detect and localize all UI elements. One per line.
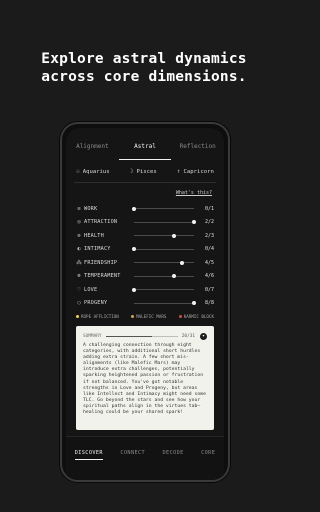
legend-item: ROPE AFFLICTION: [76, 314, 119, 319]
dimension-row[interactable]: ⁂ FRIENDSHIP 4/5: [74, 256, 214, 270]
legend-label: MALEFIC MARS: [136, 314, 167, 319]
nav-discover[interactable]: DISCOVER: [74, 450, 104, 480]
summary-count: 20/31: [181, 333, 195, 339]
bottom-nav: DISCOVER CONNECT DECODE CORE: [66, 436, 224, 480]
dimension-track: [134, 233, 194, 238]
sun-sign: ☉ Aquarius: [76, 168, 110, 175]
love-icon: ♡: [77, 286, 81, 293]
health-icon: ⊕: [77, 232, 81, 239]
rising-sign-label: Capricorn: [183, 168, 214, 175]
dimension-value: 8/8: [204, 300, 214, 307]
dimension-row[interactable]: ♡ LOVE 0/7: [74, 283, 214, 297]
dimension-value: 0/1: [204, 205, 214, 212]
dimension-value: 2/2: [204, 219, 214, 226]
headline: Explore astral dynamics across core dime…: [0, 50, 288, 86]
dimension-row[interactable]: ◐ INTIMACY 0/4: [74, 243, 214, 257]
summary-card: SUMMARY 20/31 ✦ A challenging connection…: [76, 326, 214, 430]
moon-icon: ☽: [129, 168, 134, 175]
attraction-icon: ◎: [77, 219, 81, 226]
top-tabs: Alignment Astral Reflection: [66, 134, 224, 160]
dimension-row[interactable]: ≡ WORK 0/1: [74, 202, 214, 216]
dimension-label: TEMPERAMENT: [84, 273, 121, 280]
intimacy-icon: ◐: [77, 246, 81, 253]
dimension-list: ≡ WORK 0/1 ◎ ATTRACTION 2/2 ⊕ HEALTH 2/3 ◐ INTIMAC…: [74, 202, 214, 310]
moon-sign-label: Pisces: [136, 168, 157, 175]
dimension-track: [134, 301, 196, 306]
dimension-value: 0/7: [204, 286, 214, 293]
nav-connect[interactable]: CONNECT: [120, 450, 145, 480]
legend: ROPE AFFLICTION MALEFIC MARS KARMIC BLOCK: [76, 314, 214, 319]
sun-icon: ☉: [76, 168, 80, 175]
sign-row: ☉ Aquarius ☽ Pisces ↑ Capricorn: [66, 168, 224, 175]
dimension-value: 0/4: [204, 246, 214, 253]
summary-label: SUMMARY: [83, 333, 102, 339]
legend-dot-icon: [76, 315, 79, 318]
dimension-knob: [132, 247, 136, 252]
temperament-icon: ⊛: [77, 273, 81, 280]
tab-astral[interactable]: Astral: [118, 134, 172, 160]
legend-label: KARMIC BLOCK: [183, 314, 214, 319]
friendship-icon: ⁂: [76, 259, 82, 266]
dimension-knob: [172, 274, 177, 279]
legend-dot-icon: [131, 315, 135, 318]
dimension-track: [132, 247, 194, 252]
dimension-value: 4/5: [204, 259, 214, 266]
dimension-label: ATTRACTION: [84, 219, 118, 226]
dimension-value: 2/3: [204, 232, 214, 239]
rising-sign: ↑ Capricorn: [177, 168, 214, 175]
sun-sign-label: Aquarius: [82, 168, 110, 175]
legend-dot-icon: [178, 315, 182, 318]
phone-frame: Alignment Astral Reflection ☉ Aquarius ☽…: [60, 122, 230, 482]
tab-reflection[interactable]: Reflection: [171, 134, 224, 160]
dimension-row[interactable]: ⊕ HEALTH 2/3: [74, 229, 214, 243]
dimension-track: [134, 260, 194, 265]
dimension-label: FRIENDSHIP: [84, 259, 118, 266]
dimension-track: [132, 287, 194, 292]
dimension-label: WORK: [84, 205, 98, 212]
headline-line-2: across core dimensions.: [41, 69, 247, 85]
moon-sign: ☽ Pisces: [130, 168, 157, 175]
divider: [74, 182, 216, 183]
summary-header: SUMMARY 20/31 ✦: [83, 332, 207, 340]
dimension-knob: [172, 233, 177, 238]
dimension-row[interactable]: ⊛ TEMPERAMENT 4/6: [74, 270, 214, 284]
summary-progress-track: [105, 335, 178, 337]
legend-item: KARMIC BLOCK: [178, 314, 214, 319]
dimension-knob: [192, 220, 196, 225]
whats-this-link[interactable]: What's this?: [176, 190, 212, 196]
dimension-track: [134, 220, 196, 225]
dimension-label: HEALTH: [84, 232, 104, 239]
dimension-row[interactable]: ◯ PROGENY 8/8: [74, 297, 214, 311]
dimension-label: INTIMACY: [84, 246, 111, 253]
dimension-knob: [192, 301, 196, 306]
dimension-row[interactable]: ◎ ATTRACTION 2/2: [74, 216, 214, 230]
dimension-value: 4/6: [204, 273, 214, 280]
nav-core[interactable]: CORE: [201, 450, 215, 480]
rising-arrow-icon: ↑: [176, 168, 181, 175]
progeny-icon: ◯: [77, 300, 81, 307]
dimension-track: [134, 274, 194, 279]
nav-decode[interactable]: DECODE: [163, 450, 184, 480]
app-screen: Alignment Astral Reflection ☉ Aquarius ☽…: [66, 128, 224, 480]
tab-alignment[interactable]: Alignment: [66, 134, 119, 160]
dimension-knob: [132, 206, 136, 211]
legend-label: ROPE AFFLICTION: [81, 314, 119, 319]
dimension-track: [132, 206, 194, 211]
summary-text: A challenging connection through eight c…: [83, 343, 206, 416]
lines-icon: ≡: [77, 205, 81, 212]
dimension-knob: [132, 287, 136, 292]
sparkle-icon[interactable]: ✦: [200, 332, 207, 340]
legend-item: MALEFIC MARS: [131, 314, 166, 319]
headline-line-1: Explore astral dynamics: [41, 51, 247, 67]
dimension-label: LOVE: [84, 286, 98, 293]
dimension-knob: [180, 260, 184, 265]
dimension-label: PROGENY: [84, 300, 108, 307]
